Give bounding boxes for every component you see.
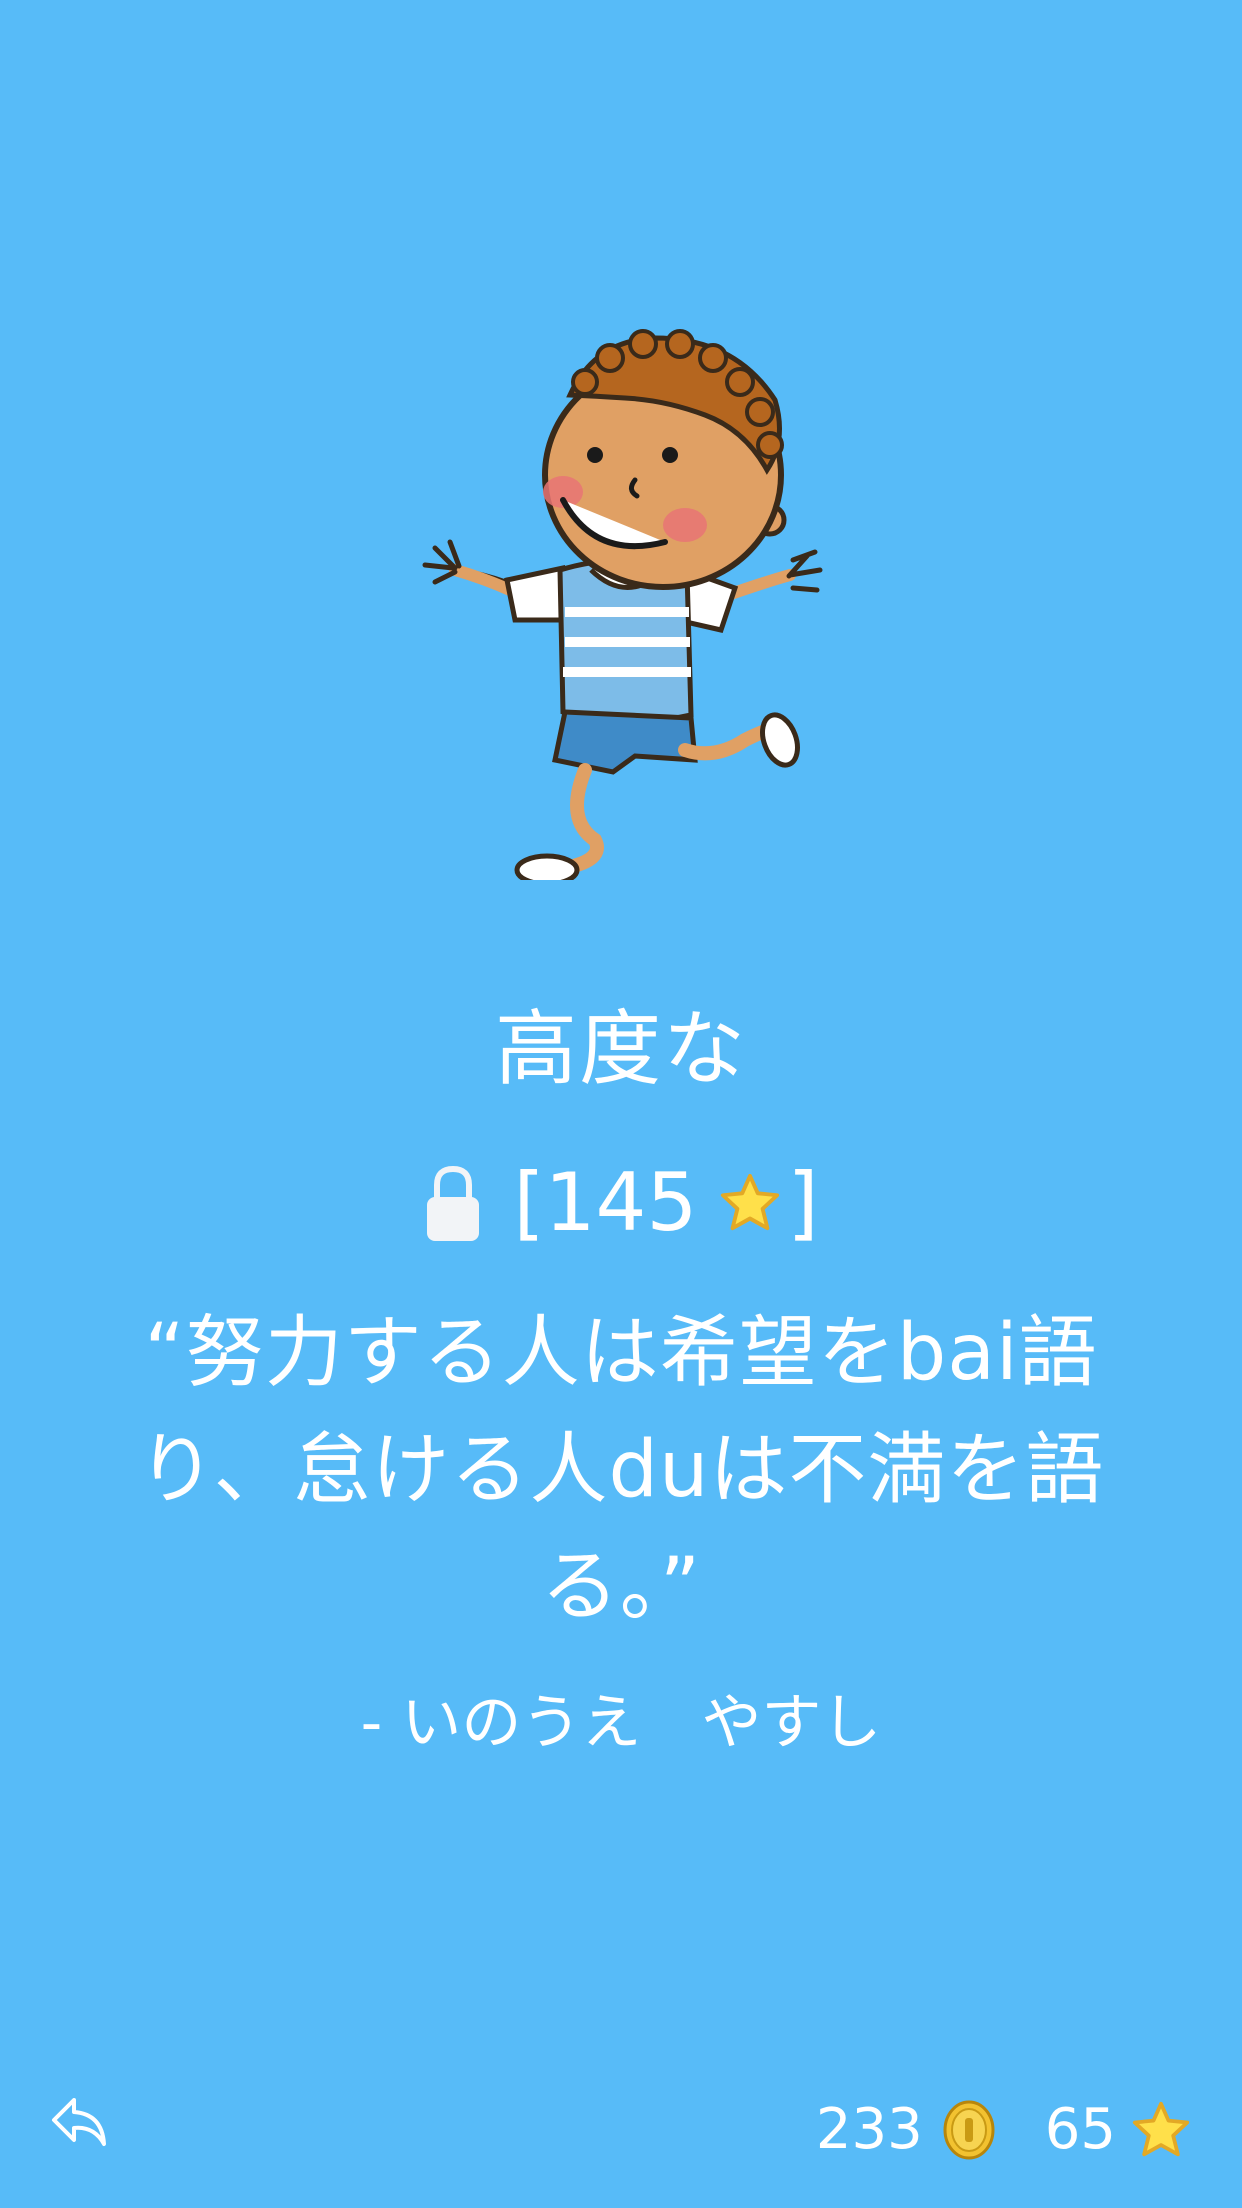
back-button[interactable] [48,2090,112,2154]
quote-text: “努力する人は希望をbai語り、怠ける人duは不満を語る。” [137,1308,1105,1632]
boy-illustration [395,320,855,880]
star-icon [719,1172,781,1234]
unlock-requirement: [145 ] [0,1148,1242,1258]
level-title: 高度な [494,1002,747,1097]
gold-coin-icon [943,2100,995,2160]
requirement-close: ] [787,1156,819,1249]
requirement-value: [145 [513,1156,698,1249]
star-icon [1130,2100,1192,2160]
star-count: 65 [1044,2097,1116,2162]
player-stats: 233 65 [816,2090,1192,2170]
lock-icon [423,1163,483,1243]
reply-arrow-icon [52,2098,106,2146]
star-requirement: [145 ] [513,1153,818,1253]
coin-count: 233 [815,2097,923,2162]
quote-author: - いのうえ やすし [360,1688,882,1758]
